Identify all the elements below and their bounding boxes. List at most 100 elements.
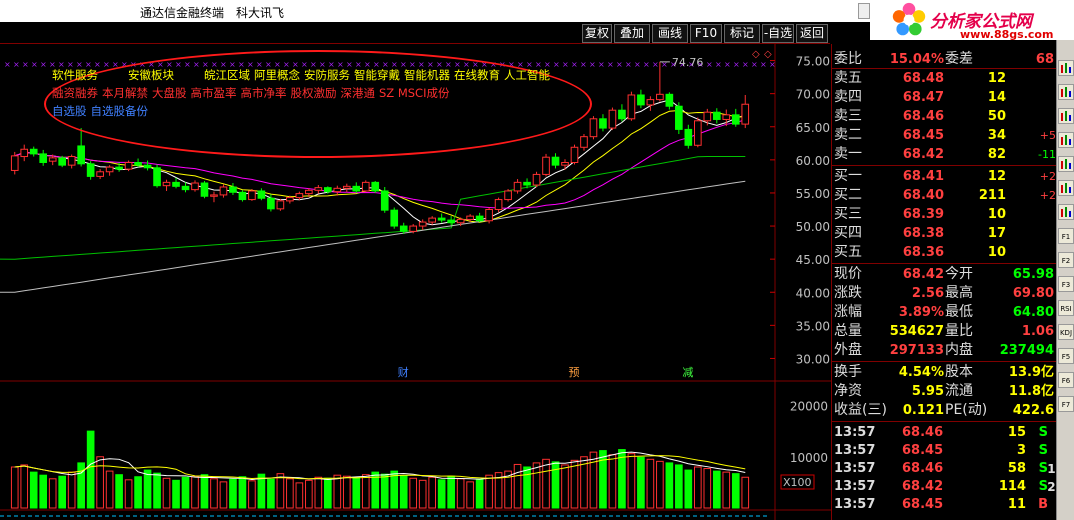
volume-bar [409, 477, 418, 509]
order-row-asks-2[interactable]: 卖三 68.46 50 [832, 107, 1056, 126]
stat-label: 净资 [834, 383, 862, 399]
tag-row1-2[interactable]: 皖江区域 [204, 68, 250, 82]
f2-icon[interactable]: F2 [1058, 252, 1074, 268]
f5-icon[interactable]: F5 [1058, 348, 1074, 364]
grid-icon[interactable] [1058, 156, 1074, 172]
order-change: -11 [1038, 148, 1056, 161]
toolbar-button-5[interactable]: -自选 [762, 24, 794, 43]
volume-bar [466, 481, 474, 509]
price-tick-label: 35.00 [796, 319, 830, 333]
f7-icon[interactable]: F7 [1058, 396, 1074, 412]
stat-label: 量比 [945, 323, 973, 339]
tag-row2-4[interactable]: 高市净率 [241, 86, 287, 100]
candle [561, 161, 569, 166]
tag-row1-1[interactable]: 安徽板块 [128, 68, 174, 82]
list-icon[interactable] [1058, 108, 1074, 124]
price-tick-label: 75.00 [796, 55, 830, 69]
event-marker-1[interactable]: 预 [568, 366, 579, 379]
gear-icon[interactable] [1058, 60, 1074, 76]
stat-label: 流通 [945, 383, 973, 399]
tag-row2-1[interactable]: 本月解禁 [102, 86, 148, 100]
price-tick-label: 40.00 [796, 286, 830, 300]
order-row-asks-1[interactable]: 卖四 68.47 14 [832, 88, 1056, 107]
stat-value: 68.42 [902, 267, 944, 282]
candle [608, 109, 617, 129]
candle [428, 217, 437, 223]
tag-row2-2[interactable]: 大盘股 [152, 86, 187, 100]
f3-icon[interactable]: F3 [1058, 276, 1074, 292]
toolbar-button-4[interactable]: 标记 [724, 24, 760, 43]
volume-unit: X100 [783, 476, 812, 489]
candle [675, 105, 683, 130]
chart-icon[interactable] [1058, 84, 1074, 100]
order-row-bids-3[interactable]: 买四 68.38 17 [832, 224, 1056, 243]
toolbar-button-0[interactable]: 复权 [582, 24, 612, 43]
tag-row1-4[interactable]: 安防服务 [304, 68, 350, 82]
volume-bar [276, 473, 285, 509]
candle [77, 145, 85, 165]
order-row-asks-3[interactable]: 卖二 68.45 34 +5 [832, 126, 1056, 145]
order-volume: 82 [987, 147, 1006, 162]
candle [418, 221, 427, 227]
event-marker-2[interactable]: 减 [682, 366, 693, 379]
event-marker-0[interactable]: 财 [398, 365, 409, 379]
candle [276, 200, 285, 210]
candle [191, 182, 199, 191]
price-tick-label: 30.00 [796, 352, 830, 366]
kdj-icon[interactable]: KDJ [1058, 324, 1074, 340]
bar-icon[interactable] [1058, 180, 1074, 196]
candle [162, 181, 171, 187]
tag-row2-0[interactable]: 融资融券 [52, 86, 98, 100]
tag-row2-5[interactable]: 股权激励 [291, 86, 337, 100]
top-marker: × [625, 60, 632, 69]
volume-bar [58, 475, 66, 509]
f1-icon[interactable]: F1 [1058, 228, 1074, 244]
tags-row-concepts: 软件服务 安徽板块 皖江区域 阿里概念 安防服务 智能穿戴 智能机器 在线教育 人工智能 [52, 67, 554, 83]
order-volume: 211 [978, 188, 1006, 203]
candle [248, 190, 256, 201]
tag-row3-1[interactable]: 自选股备份 [91, 104, 149, 118]
tag-row1-5[interactable]: 智能穿戴 [354, 68, 400, 82]
top-marker: × [553, 60, 560, 69]
tag-row1-6[interactable]: 智能机器 [404, 68, 450, 82]
volume-bar [219, 481, 228, 509]
f6-icon[interactable]: F6 [1058, 372, 1074, 388]
order-row-bids-0[interactable]: 买一 68.41 12 +2 [832, 167, 1056, 186]
candle [523, 181, 531, 186]
volume-tick-label: 10000 [790, 451, 828, 465]
tag-row3-0[interactable]: 自选股 [52, 104, 87, 118]
toolbar-button-2[interactable]: 画线 [652, 24, 688, 43]
toolbar-button-6[interactable]: 返回 [796, 24, 828, 43]
tag-row2-7[interactable]: SZ MSCI成份 [379, 86, 449, 100]
rsi-icon[interactable]: RSI [1058, 300, 1074, 316]
candle [637, 94, 645, 106]
order-row-bids-4[interactable]: 买五 68.36 10 [832, 243, 1056, 262]
tag-row1-8[interactable]: 人工智能 [504, 68, 550, 82]
stat-label: 总量 [834, 323, 862, 339]
toolbar-button-1[interactable]: 叠加 [614, 24, 650, 43]
tag-row1-7[interactable]: 在线教育 [454, 68, 500, 82]
tag-row1-0[interactable]: 软件服务 [52, 68, 98, 82]
tick-time: 13:57 [834, 479, 876, 494]
candle [96, 171, 104, 177]
order-row-bids-1[interactable]: 买二 68.40 211 +2 [832, 186, 1056, 205]
toolbar-button-3[interactable]: F10 [690, 24, 722, 43]
order-row-bids-2[interactable]: 买三 68.39 10 [832, 205, 1056, 224]
stat-row: 净资 5.95 流通 11.8亿 [832, 382, 1056, 401]
stat-label: 现价 [834, 266, 862, 282]
k-line-icon[interactable] [1058, 132, 1074, 148]
order-volume: 17 [987, 226, 1006, 241]
tag-row1-3[interactable]: 阿里概念 [254, 68, 300, 82]
stat-value: 422.6 [1012, 403, 1054, 418]
order-row-asks-0[interactable]: 卖五 68.48 12 [832, 69, 1056, 88]
tag-row2-6[interactable]: 深港通 [341, 86, 376, 100]
volume-bar [561, 464, 569, 509]
order-row-asks-4[interactable]: 卖一 68.42 82 -11 [832, 145, 1056, 164]
line-icon[interactable] [1058, 204, 1074, 220]
volume-bar [200, 474, 209, 509]
tick-price: 68.42 [902, 479, 944, 494]
window-control-button[interactable] [858, 3, 870, 19]
tag-row2-3[interactable]: 高市盈率 [191, 86, 237, 100]
diamond-icon: ◇ [764, 49, 772, 60]
candle [409, 225, 418, 232]
